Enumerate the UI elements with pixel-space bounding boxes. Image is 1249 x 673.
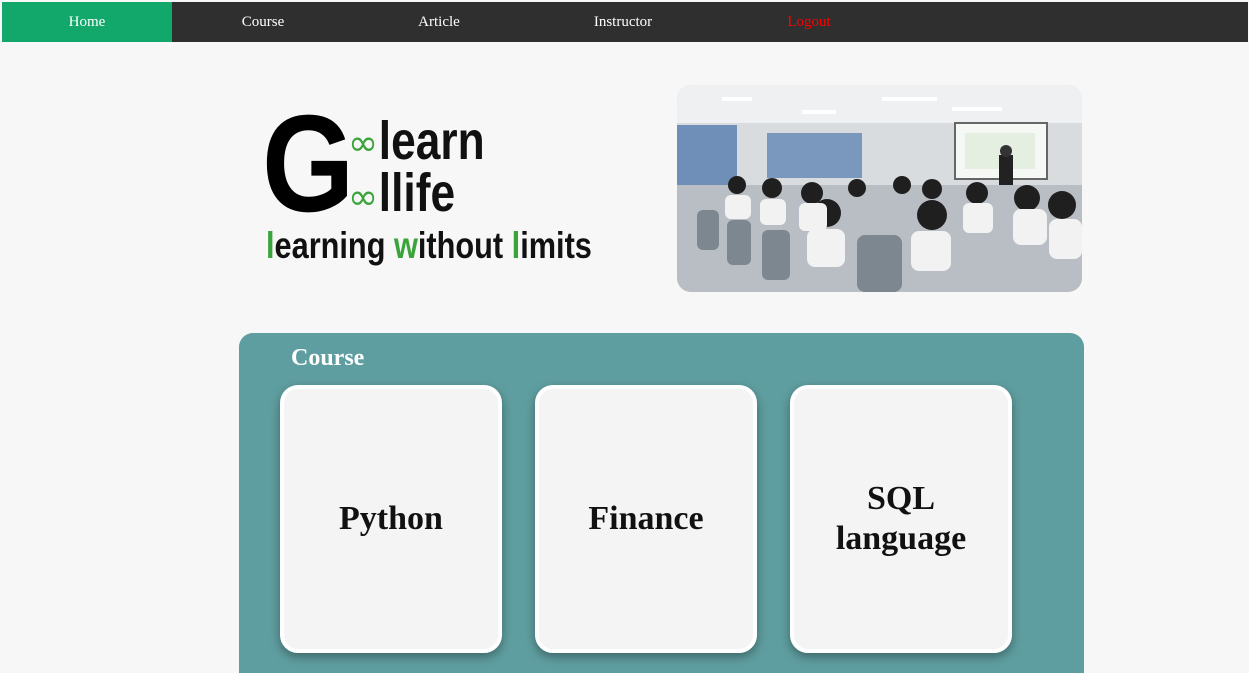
nav-instructor[interactable]: Instructor [578, 2, 668, 42]
course-card-label: Python [339, 500, 443, 537]
nav-logout[interactable]: Logout [764, 2, 854, 42]
logo-line-2: llife [378, 163, 456, 223]
course-section: Course Python Finance SQL language [239, 333, 1084, 673]
nav-home[interactable]: Home [2, 2, 172, 42]
site-logo: G ∞ learn ∞ llife learning without limit… [262, 87, 592, 273]
classroom-photo [677, 85, 1082, 292]
course-card-sql[interactable]: SQL language [790, 385, 1012, 653]
course-card-python[interactable]: Python [280, 385, 502, 653]
course-card-label: Finance [588, 500, 704, 537]
top-navbar: Home Course Article Instructor Logout [2, 2, 1248, 42]
nav-article[interactable]: Article [394, 2, 484, 42]
course-heading: Course [291, 345, 365, 371]
nav-course[interactable]: Course [218, 2, 308, 42]
logo-tagline: learning without limits [266, 225, 592, 266]
logo-letter: G [262, 87, 354, 241]
course-card-finance[interactable]: Finance [535, 385, 757, 653]
logo-line-1: learn [378, 111, 485, 171]
course-card-label: SQL language [835, 480, 967, 557]
